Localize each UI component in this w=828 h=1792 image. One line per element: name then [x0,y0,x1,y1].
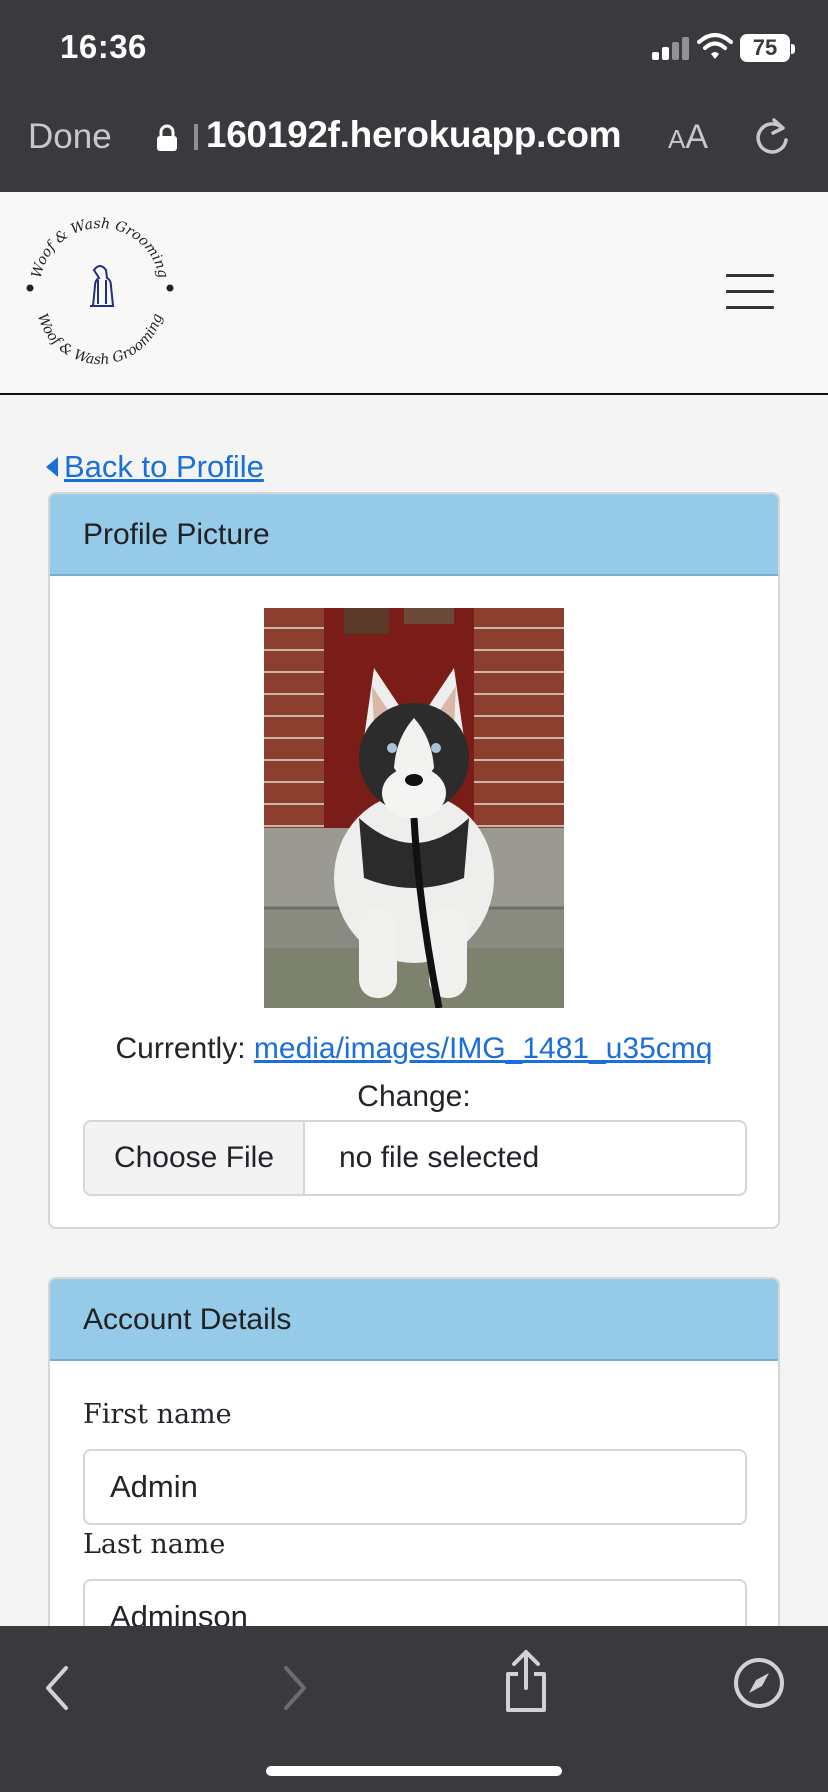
menu-toggle-button[interactable] [726,274,774,310]
share-icon[interactable] [502,1648,550,1714]
svg-text:Woof & Wash Grooming: Woof & Wash Grooming [34,311,166,366]
home-indicator[interactable] [266,1766,562,1776]
pet-photo [264,608,564,1008]
first-name-label: First name [83,1399,232,1430]
choose-file-button[interactable]: Choose File [85,1122,305,1194]
currently-label: Currently: [115,1032,246,1065]
file-status-text: no file selected [339,1141,540,1174]
woof-wash-logo[interactable]: Woof & Wash Grooming Woof & Wash Groomin… [22,210,178,366]
browser-top-bar: 16:36 75 Done 160192f.herokuapp.com AA [0,0,828,192]
svg-text:Woof & Wash Grooming: Woof & Wash Grooming [29,216,171,280]
back-to-profile-link[interactable]: Back to Profile [64,449,264,485]
first-name-field[interactable]: Admin [83,1449,747,1525]
change-label: Change: [357,1080,471,1113]
file-input[interactable]: Choose File no file selected [83,1120,747,1196]
url-cursor [194,124,198,150]
profile-picture-header: Profile Picture [50,494,778,576]
site-header: Woof & Wash Grooming Woof & Wash Groomin… [0,192,828,395]
current-file-row: Currently: media/images/IMG_1481_u35cmq [50,1032,778,1066]
back-caret-icon [46,457,58,477]
status-time: 16:36 [60,28,147,65]
reload-icon[interactable] [752,116,792,160]
back-arrow-icon[interactable] [40,1662,74,1714]
wifi-icon [697,33,733,59]
safari-compass-icon[interactable] [732,1656,786,1710]
last-name-label: Last name [83,1529,226,1560]
forward-arrow-icon[interactable] [278,1662,312,1714]
profile-picture-card: Profile Picture Currently: media/images/… [48,492,780,1229]
current-file-link[interactable]: media/images/IMG_1481_u35cmq [254,1032,713,1065]
battery-icon: 75 [740,34,795,62]
done-button[interactable]: Done [28,117,112,157]
lock-icon [157,124,177,151]
cellular-signal-icon [652,36,690,60]
reader-text-size-button[interactable]: AA [668,118,708,157]
url-field[interactable]: 160192f.herokuapp.com [206,114,622,156]
account-details-header: Account Details [50,1279,778,1361]
